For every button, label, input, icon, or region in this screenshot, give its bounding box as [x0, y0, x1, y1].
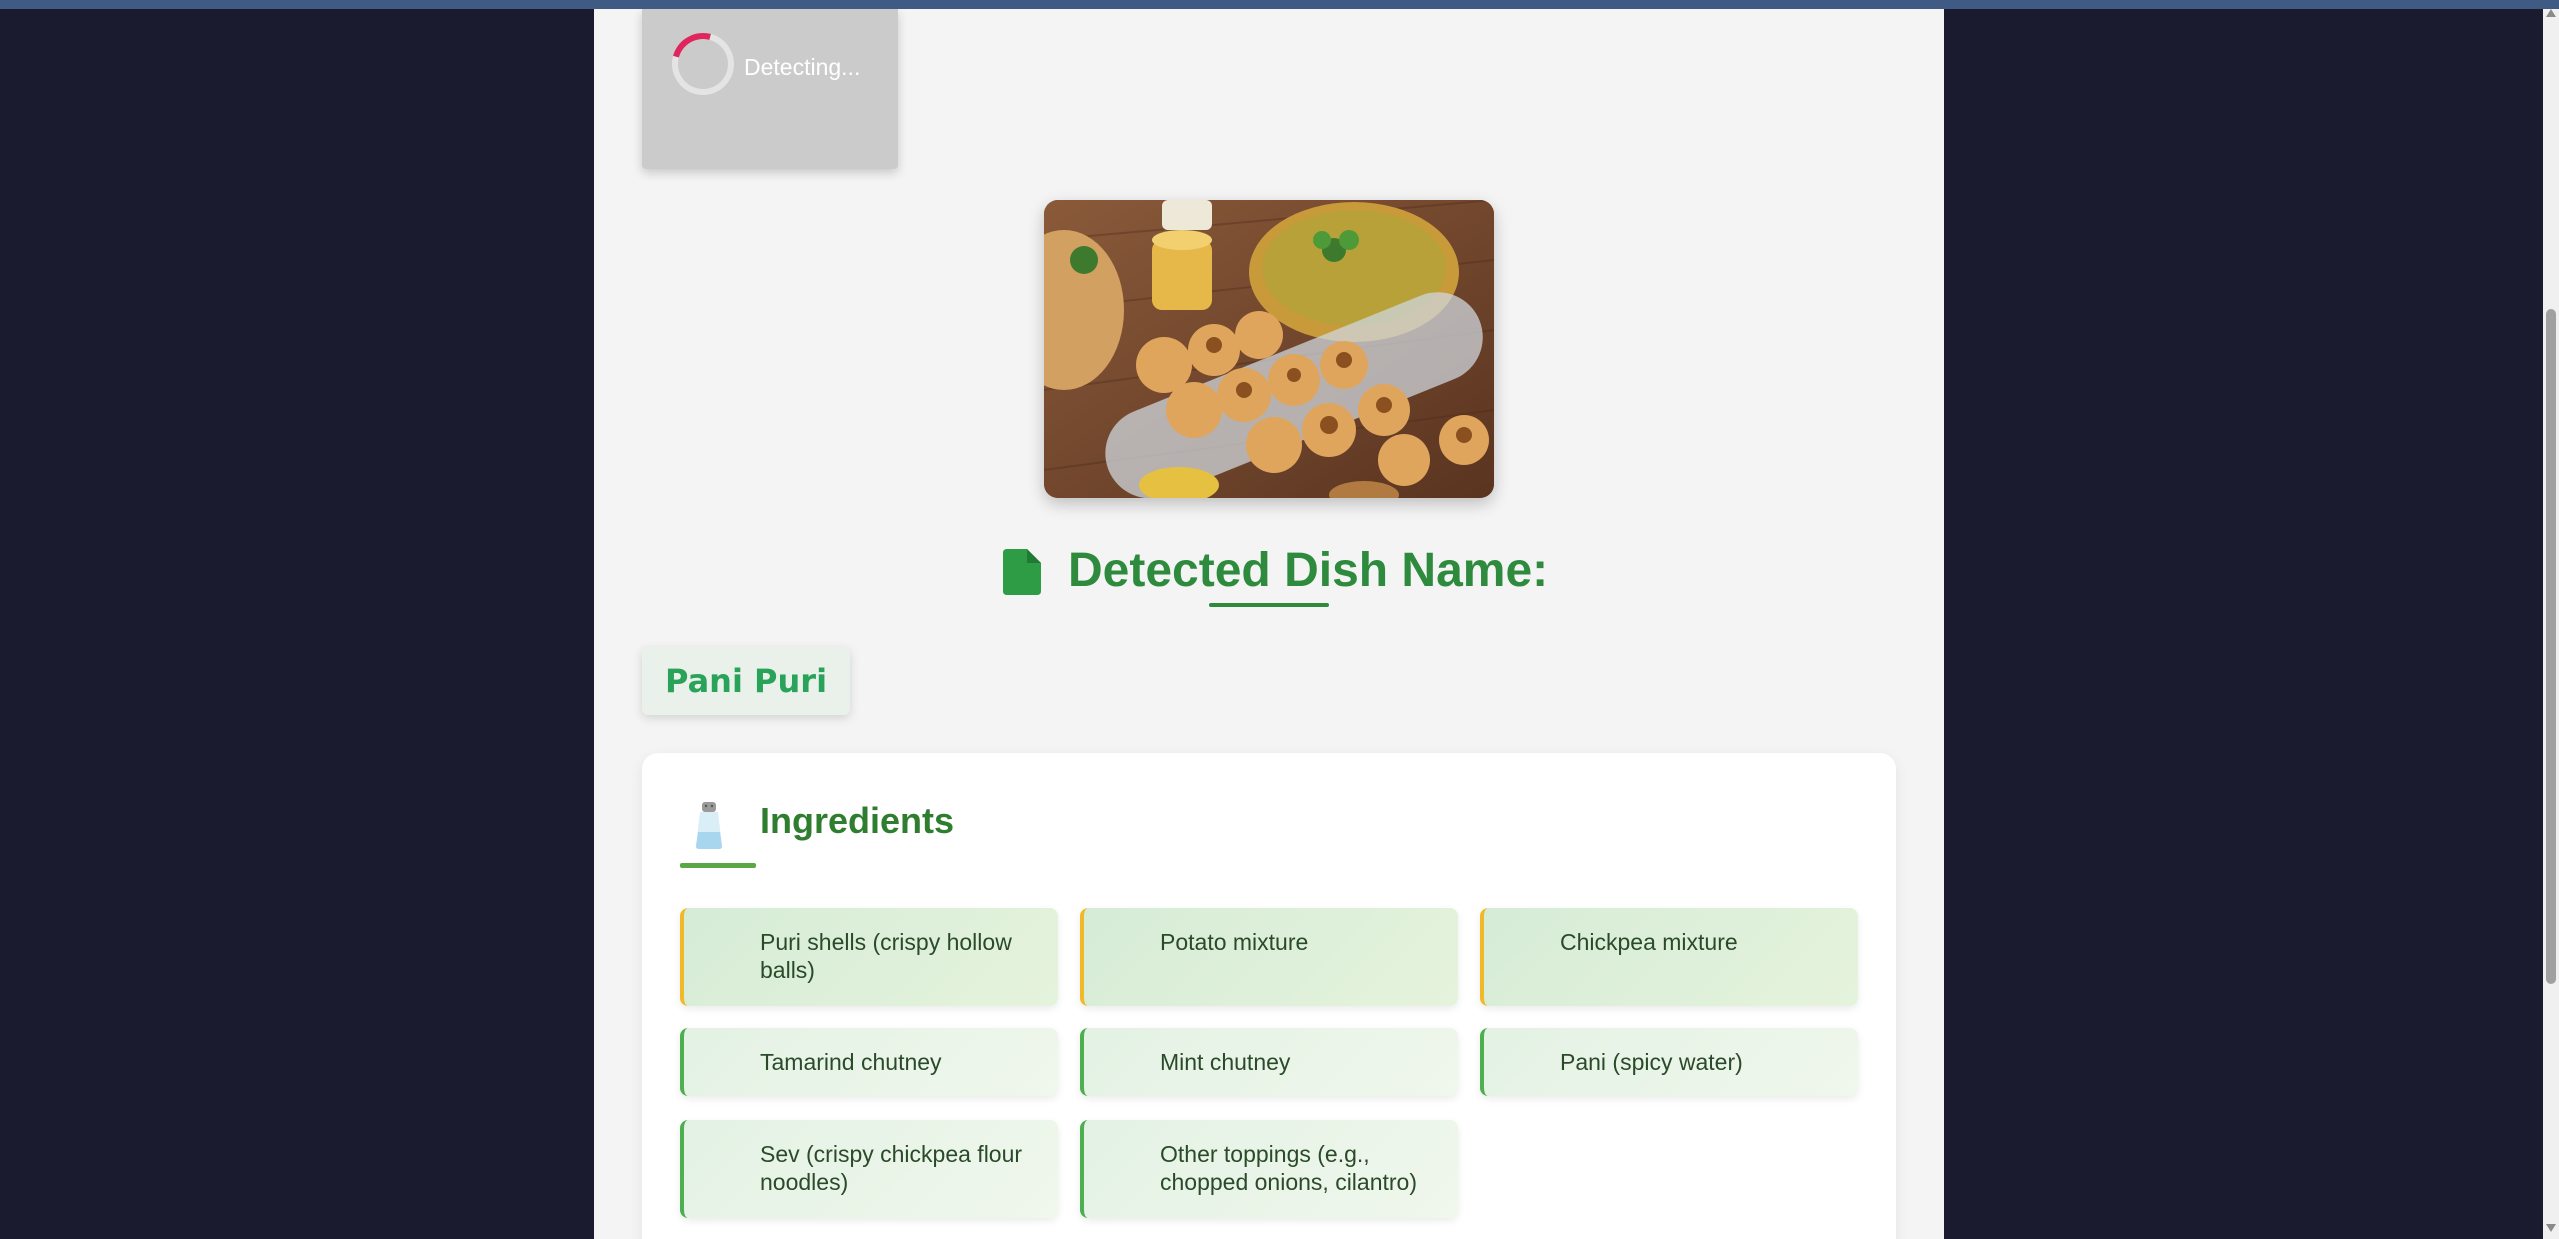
heading-row: Detected Dish Name:	[594, 533, 1944, 613]
ingredient-item: Chickpea mixture	[1480, 908, 1858, 1006]
ingredients-underline	[680, 863, 756, 868]
ingredients-title: Ingredients	[760, 800, 955, 841]
ingredients-card: Ingredients Puri shells (crispy hollow b…	[642, 753, 1896, 1239]
ingredient-item: Mint chutney	[1080, 1028, 1458, 1096]
salt-shaker-icon	[696, 802, 722, 849]
scrollbar-thumb[interactable]	[2546, 309, 2556, 984]
browser-top-strip	[0, 0, 2559, 9]
ingredient-item: Puri shells (crispy hollow balls)	[680, 908, 1058, 1006]
loading-spinner-icon	[660, 21, 746, 107]
dish-name-badge: Pani Puri	[642, 647, 850, 715]
uploaded-dish-image	[1044, 200, 1494, 498]
ingredient-item: Potato mixture	[1080, 908, 1458, 1006]
page-heading: Detected Dish Name:	[1068, 544, 1549, 597]
ingredient-item: Other toppings (e.g., chopped onions, ci…	[1080, 1120, 1458, 1218]
ingredient-label: Potato mixture	[1160, 929, 1309, 955]
ingredient-label: Sev (crispy chickpea flour noodles)	[760, 1141, 1023, 1195]
ingredient-item: Pani (spicy water)	[1480, 1028, 1858, 1096]
ingredient-item: Tamarind chutney	[680, 1028, 1058, 1096]
detect-button-label: Detecting...	[744, 54, 861, 80]
ingredient-label: Mint chutney	[1160, 1049, 1291, 1075]
ingredient-label: Tamarind chutney	[760, 1049, 942, 1075]
document-icon	[1003, 549, 1041, 595]
ingredient-item: Sev (crispy chickpea flour noodles)	[680, 1120, 1058, 1218]
page-scrollbar[interactable]	[2543, 9, 2559, 1239]
ingredient-label: Other toppings (e.g., chopped onions, ci…	[1160, 1141, 1417, 1195]
detect-button[interactable]: Detecting...	[642, 9, 898, 169]
ingredient-label: Puri shells (crispy hollow balls)	[760, 929, 1012, 983]
main-page: Detecting... Detected Dish Name: Pani Pu…	[594, 9, 1944, 1239]
ingredient-label: Pani (spicy water)	[1560, 1049, 1743, 1075]
scroll-up-icon[interactable]	[2546, 9, 2556, 17]
scroll-down-icon[interactable]	[2546, 1224, 2556, 1232]
heading-underline	[1209, 603, 1329, 607]
dish-name: Pani Puri	[664, 662, 828, 700]
ingredient-label: Chickpea mixture	[1560, 929, 1738, 955]
